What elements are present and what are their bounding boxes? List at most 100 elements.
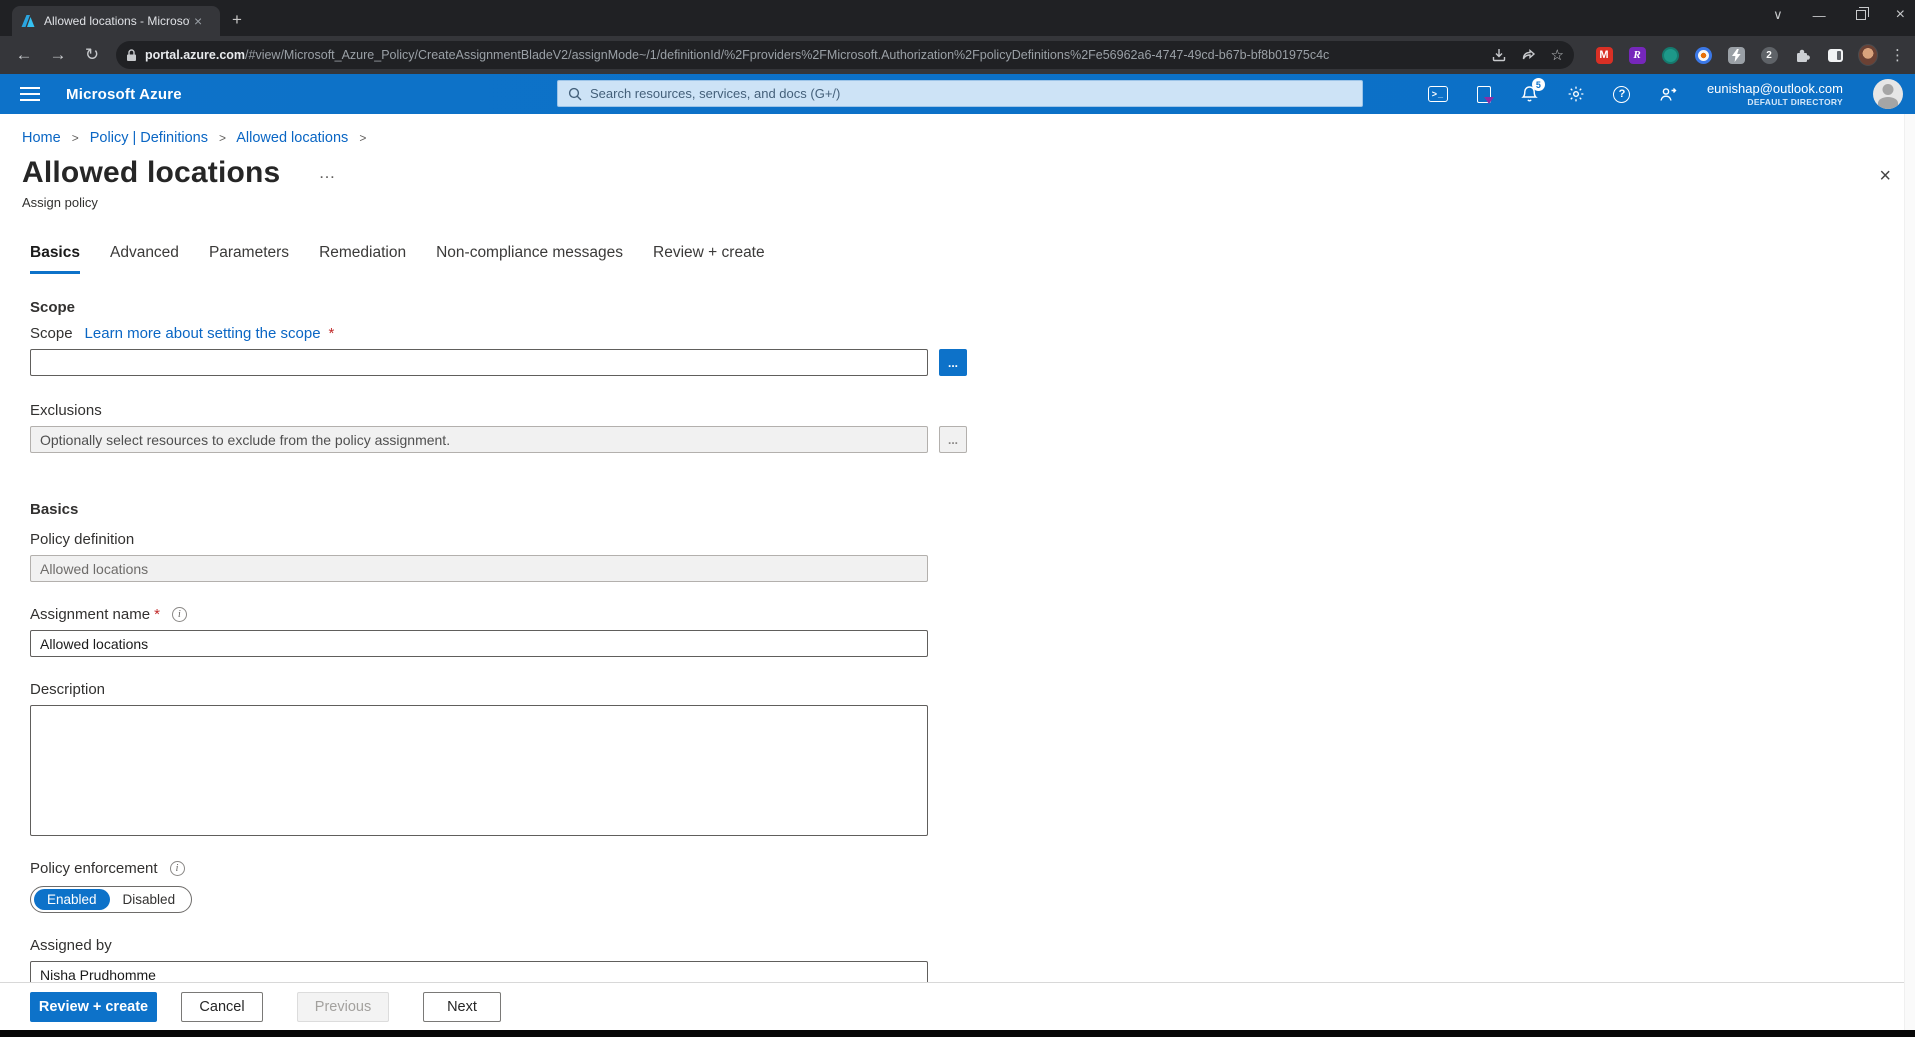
tab-close-icon[interactable]: × <box>194 14 202 28</box>
restore-icon[interactable] <box>1856 10 1866 20</box>
info-icon: i <box>172 607 187 622</box>
close-window-icon[interactable]: × <box>1896 6 1905 24</box>
tab-remediation[interactable]: Remediation <box>319 244 406 274</box>
title-row: Allowed locations … <box>0 146 1915 190</box>
policy-enforcement-label-row: Policy enforcement i <box>30 860 1915 877</box>
global-search[interactable] <box>557 80 1363 107</box>
share-icon[interactable] <box>1521 47 1537 63</box>
scope-label-row: Scope Learn more about setting the scope… <box>30 325 1915 342</box>
scope-label: Scope <box>30 325 73 342</box>
back-icon[interactable]: ← <box>10 41 38 69</box>
policy-definition-input <box>30 555 928 582</box>
browser-toolbar: ← → ↻ portal.azure.com/#view/Microsoft_A… <box>0 36 1915 74</box>
enforcement-disabled-option[interactable]: Disabled <box>110 889 189 910</box>
scope-input[interactable] <box>30 349 928 376</box>
reload-icon[interactable]: ↻ <box>78 41 106 69</box>
url-text[interactable]: portal.azure.com/#view/Microsoft_Azure_P… <box>145 48 1477 62</box>
url-bar[interactable]: portal.azure.com/#view/Microsoft_Azure_P… <box>116 41 1574 69</box>
assigned-by-label-row: Assigned by <box>30 937 1915 954</box>
cancel-button[interactable]: Cancel <box>181 992 263 1022</box>
assignment-name-field-row <box>30 630 1915 657</box>
review-create-button[interactable]: Review + create <box>30 992 157 1022</box>
ext-orbit-icon[interactable] <box>1693 45 1713 65</box>
account-email: eunishap@outlook.com <box>1707 81 1843 97</box>
browser-tab[interactable]: Allowed locations - Microsoft Azu × <box>12 6 220 36</box>
enforcement-enabled-option[interactable]: Enabled <box>34 889 110 910</box>
ext-badge-icon[interactable]: 2 <box>1759 45 1779 65</box>
tab-search-chevron-icon[interactable]: ∨ <box>1773 7 1783 23</box>
assigned-by-label: Assigned by <box>30 937 112 954</box>
policy-definition-label-row: Policy definition <box>30 531 1915 548</box>
breadcrumb-policy-definitions[interactable]: Policy | Definitions <box>90 130 208 146</box>
new-tab-button[interactable]: + <box>232 10 242 30</box>
url-host: portal.azure.com <box>145 48 245 62</box>
scope-picker-button[interactable]: ... <box>939 349 967 376</box>
ext-teal-icon[interactable] <box>1660 45 1680 65</box>
exclusions-picker-button: ... <box>939 426 967 453</box>
ext-bolt-icon[interactable] <box>1726 45 1746 65</box>
ext-r-icon[interactable]: R <box>1627 45 1647 65</box>
breadcrumb-allowed-locations[interactable]: Allowed locations <box>236 130 348 146</box>
exclusions-label: Exclusions <box>30 402 102 419</box>
minimize-icon[interactable]: — <box>1813 8 1826 23</box>
description-label: Description <box>30 681 105 698</box>
bookmark-star-icon[interactable]: ☆ <box>1551 46 1564 64</box>
description-textarea[interactable] <box>30 705 928 836</box>
tab-basics[interactable]: Basics <box>30 244 80 274</box>
extensions-puzzle-icon[interactable] <box>1792 45 1812 65</box>
policy-definition-field-row <box>30 555 1915 582</box>
forward-icon[interactable]: → <box>44 41 72 69</box>
page-subtitle: Assign policy <box>0 190 1915 210</box>
install-icon[interactable] <box>1491 47 1507 63</box>
policy-enforcement-toggle[interactable]: Enabled Disabled <box>30 886 192 913</box>
breadcrumb-home[interactable]: Home <box>22 130 61 146</box>
hamburger-menu-icon[interactable] <box>20 87 40 101</box>
tab-advanced[interactable]: Advanced <box>110 244 179 274</box>
notifications-bell-icon[interactable]: 5 <box>1519 83 1541 105</box>
notification-badge: 5 <box>1532 78 1545 91</box>
browser-tabstrip: Allowed locations - Microsoft Azu × + ∨ … <box>0 0 1915 36</box>
policy-definition-label: Policy definition <box>30 531 134 548</box>
search-icon <box>568 87 582 101</box>
basics-form: Scope Scope Learn more about setting the… <box>0 299 1915 988</box>
description-label-row: Description <box>30 681 1915 698</box>
blade-close-icon[interactable]: × <box>1879 166 1891 186</box>
directory-filter-icon[interactable] <box>1473 83 1495 105</box>
info-icon: i <box>170 861 185 876</box>
browser-menu-icon[interactable]: ⋮ <box>1890 46 1905 64</box>
next-button[interactable]: Next <box>423 992 501 1022</box>
azure-header-actions: >_ 5 ? eunishap@outlook.com DEFAULT DIRE… <box>1427 79 1905 109</box>
policy-enforcement-label: Policy enforcement <box>30 860 158 877</box>
blade-content: Home > Policy | Definitions > Allowed lo… <box>0 114 1915 1037</box>
tab-noncompliance-messages[interactable]: Non-compliance messages <box>436 244 623 274</box>
scope-learn-more-link[interactable]: Learn more about setting the scope <box>85 325 321 342</box>
settings-gear-icon[interactable] <box>1565 83 1587 105</box>
window-bottom-edge <box>0 1030 1915 1037</box>
tab-review-create[interactable]: Review + create <box>653 244 765 274</box>
feedback-icon[interactable] <box>1657 83 1679 105</box>
lock-icon <box>126 49 137 62</box>
help-icon[interactable]: ? <box>1611 83 1633 105</box>
azure-brand[interactable]: Microsoft Azure <box>66 86 182 103</box>
ext-gmail-icon[interactable]: M <box>1594 45 1614 65</box>
breadcrumb-separator: > <box>72 131 79 145</box>
exclusions-label-row: Exclusions <box>30 402 1915 419</box>
blade-footer: Review + create Cancel Previous Next <box>0 982 1915 1030</box>
tab-parameters[interactable]: Parameters <box>209 244 289 274</box>
account-directory: DEFAULT DIRECTORY <box>1707 97 1843 108</box>
breadcrumb-separator: > <box>219 131 226 145</box>
title-overflow-menu[interactable]: … <box>318 163 337 183</box>
cloud-shell-icon[interactable]: >_ <box>1427 83 1449 105</box>
scope-field-row: ... <box>30 349 1915 376</box>
account-avatar[interactable] <box>1873 79 1903 109</box>
azure-header: Microsoft Azure >_ 5 ? eunishap@outlook.… <box>0 74 1915 114</box>
tab-title: Allowed locations - Microsoft Azu <box>44 14 190 28</box>
account-info[interactable]: eunishap@outlook.com DEFAULT DIRECTORY <box>1707 81 1843 108</box>
sidebar-icon[interactable] <box>1825 45 1845 65</box>
page-title: Allowed locations <box>22 156 280 190</box>
assignment-name-input[interactable] <box>30 630 928 657</box>
tab-bar: Basics Advanced Parameters Remediation N… <box>0 210 1915 275</box>
profile-avatar[interactable] <box>1858 45 1878 65</box>
search-input[interactable] <box>590 86 1352 101</box>
scrollbar-track[interactable] <box>1904 114 1915 1030</box>
